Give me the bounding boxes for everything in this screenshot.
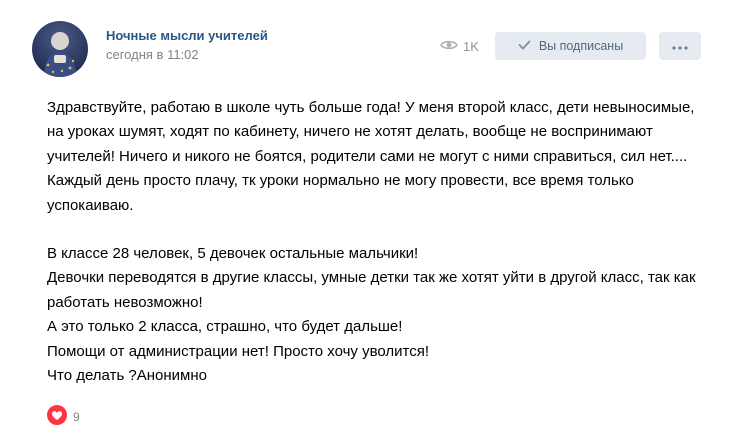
post-card: Ночные мысли учителей сегодня в 11:02 1K… bbox=[0, 0, 752, 432]
post-paragraph: Здравствуйте, работаю в школе чуть больш… bbox=[47, 99, 695, 214]
views-counter: 1K bbox=[440, 36, 479, 56]
checkmark-icon bbox=[518, 39, 531, 53]
post-line: Что делать ?Анонимно bbox=[47, 367, 207, 385]
more-actions-button[interactable] bbox=[659, 32, 701, 60]
author-name[interactable]: Ночные мысли учителей bbox=[106, 28, 268, 43]
like-count: 9 bbox=[73, 409, 80, 424]
heart-icon bbox=[47, 405, 67, 428]
post-line: В классе 28 человек, 5 девочек остальные… bbox=[47, 245, 419, 263]
eye-icon bbox=[440, 39, 458, 54]
like-button[interactable]: 9 bbox=[47, 405, 80, 428]
post-text: Здравствуйте, работаю в школе чуть больш… bbox=[47, 96, 707, 388]
views-count: 1K bbox=[463, 38, 479, 54]
more-dots-icon bbox=[672, 37, 688, 55]
post-line: А это только 2 класса, страшно, что буде… bbox=[47, 318, 403, 336]
post-line: Помощи от администрации нет! Просто хочу… bbox=[47, 342, 430, 360]
subscribed-button[interactable]: Вы подписаны bbox=[495, 32, 646, 60]
avatar[interactable] bbox=[32, 21, 88, 77]
post-line: Девочки переводятся в другие классы, умн… bbox=[47, 269, 696, 311]
subscribed-label: Вы подписаны bbox=[538, 39, 624, 53]
avatar-image bbox=[44, 32, 76, 77]
post-time[interactable]: сегодня в 11:02 bbox=[106, 47, 199, 62]
